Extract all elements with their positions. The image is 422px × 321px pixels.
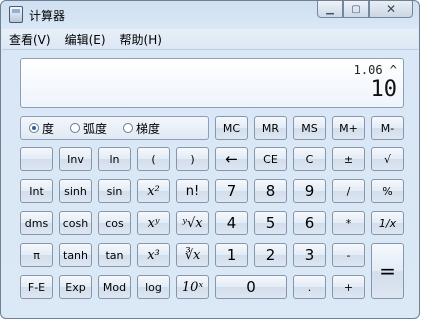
sinh-button[interactable]: sinh bbox=[59, 179, 92, 203]
close-paren-button[interactable]: ) bbox=[176, 147, 209, 171]
radio-grads[interactable]: 梯度 bbox=[123, 120, 160, 137]
radio-label-radians: 弧度 bbox=[83, 121, 108, 136]
cos-button[interactable]: cos bbox=[98, 211, 131, 235]
digit-5-button[interactable]: 5 bbox=[254, 211, 287, 235]
backspace-button[interactable]: ← bbox=[215, 147, 248, 171]
c-button[interactable]: C bbox=[293, 147, 326, 171]
factorial-button[interactable]: n! bbox=[176, 179, 209, 203]
radio-degrees[interactable]: 度 bbox=[29, 120, 54, 137]
digit-4-button[interactable]: 4 bbox=[215, 211, 248, 235]
m-plus-button[interactable]: M+ bbox=[332, 116, 365, 140]
ten-power-button[interactable]: 10ˣ bbox=[176, 275, 209, 299]
calculator-app-icon bbox=[9, 6, 23, 23]
add-button[interactable]: + bbox=[332, 275, 365, 299]
cube-root-button[interactable]: ∛x bbox=[176, 243, 209, 267]
exp-button[interactable]: Exp bbox=[59, 275, 92, 299]
menu-help[interactable]: 帮助(H) bbox=[113, 31, 169, 48]
m-minus-button[interactable]: M- bbox=[371, 116, 404, 140]
digit-3-button[interactable]: 3 bbox=[293, 243, 326, 267]
digit-1-button[interactable]: 1 bbox=[215, 243, 248, 267]
result-value: 10 bbox=[370, 77, 398, 102]
radio-radians[interactable]: 弧度 bbox=[70, 120, 107, 137]
close-button[interactable]: ✕ bbox=[369, 1, 413, 18]
expression-text: 1.06 ^ bbox=[353, 63, 397, 77]
caption-buttons: ▁ ▢ ✕ bbox=[317, 1, 413, 19]
ln-button[interactable]: ln bbox=[98, 147, 131, 171]
mod-button[interactable]: Mod bbox=[98, 275, 131, 299]
square-button[interactable]: x² bbox=[137, 179, 170, 203]
dms-button[interactable]: dms bbox=[20, 211, 53, 235]
radio-dot-degrees bbox=[29, 123, 39, 133]
equals-button[interactable]: = bbox=[371, 243, 404, 299]
digit-7-button[interactable]: 7 bbox=[215, 179, 248, 203]
cube-button[interactable]: x³ bbox=[137, 243, 170, 267]
window-title: 计算器 bbox=[29, 9, 66, 23]
radio-dot-grads bbox=[123, 123, 134, 133]
percent-button[interactable]: % bbox=[371, 179, 404, 203]
menu-edit[interactable]: 编辑(E) bbox=[58, 31, 113, 48]
digit-8-button[interactable]: 8 bbox=[254, 179, 287, 203]
int-button[interactable]: Int bbox=[20, 179, 53, 203]
maximize-button[interactable]: ▢ bbox=[343, 1, 369, 18]
ce-button[interactable]: CE bbox=[254, 147, 287, 171]
title-bar[interactable]: 计算器 ▁ ▢ ✕ bbox=[1, 1, 419, 29]
sign-button[interactable]: ± bbox=[332, 147, 365, 171]
decimal-button[interactable]: . bbox=[293, 275, 326, 299]
radio-dot-radians bbox=[70, 123, 81, 133]
sqrt-button[interactable]: √ bbox=[371, 147, 404, 171]
minimize-icon: ▁ bbox=[326, 3, 334, 15]
open-paren-button[interactable]: ( bbox=[137, 147, 170, 171]
power-button[interactable]: xʸ bbox=[137, 211, 170, 235]
mc-button[interactable]: MC bbox=[215, 116, 248, 140]
menu-bar: 查看(V) 编辑(E) 帮助(H) bbox=[2, 29, 418, 50]
radio-label-grads: 梯度 bbox=[136, 121, 161, 136]
radio-label-degrees: 度 bbox=[42, 121, 55, 136]
digit-0-button[interactable]: 0 bbox=[215, 275, 287, 299]
ms-button[interactable]: MS bbox=[293, 116, 326, 140]
subtract-button[interactable]: - bbox=[332, 243, 365, 267]
blank-button[interactable] bbox=[20, 147, 53, 171]
fe-button[interactable]: F-E bbox=[20, 275, 53, 299]
angle-mode-group: 度 弧度 梯度 bbox=[20, 116, 209, 140]
digit-6-button[interactable]: 6 bbox=[293, 211, 326, 235]
mr-button[interactable]: MR bbox=[254, 116, 287, 140]
sin-button[interactable]: sin bbox=[98, 179, 131, 203]
tan-button[interactable]: tan bbox=[98, 243, 131, 267]
inv-button[interactable]: Inv bbox=[59, 147, 92, 171]
cosh-button[interactable]: cosh bbox=[59, 211, 92, 235]
digit-9-button[interactable]: 9 bbox=[293, 179, 326, 203]
calculator-window: 计算器 ▁ ▢ ✕ 查看(V) 编辑(E) 帮助(H) 1.06 ^ 10 度 … bbox=[0, 0, 420, 319]
yroot-button[interactable]: ʸ√x bbox=[176, 211, 209, 235]
close-icon: ✕ bbox=[385, 2, 397, 16]
reciprocal-button[interactable]: 1/x bbox=[371, 211, 404, 235]
log-button[interactable]: log bbox=[137, 275, 170, 299]
digit-2-button[interactable]: 2 bbox=[254, 243, 287, 267]
pi-button[interactable]: π bbox=[20, 243, 53, 267]
tanh-button[interactable]: tanh bbox=[59, 243, 92, 267]
result-display: 1.06 ^ 10 bbox=[20, 58, 404, 108]
divide-button[interactable]: / bbox=[332, 179, 365, 203]
menu-view[interactable]: 查看(V) bbox=[2, 31, 58, 48]
minimize-button[interactable]: ▁ bbox=[317, 1, 343, 18]
maximize-icon: ▢ bbox=[351, 3, 361, 15]
multiply-button[interactable]: * bbox=[332, 211, 365, 235]
